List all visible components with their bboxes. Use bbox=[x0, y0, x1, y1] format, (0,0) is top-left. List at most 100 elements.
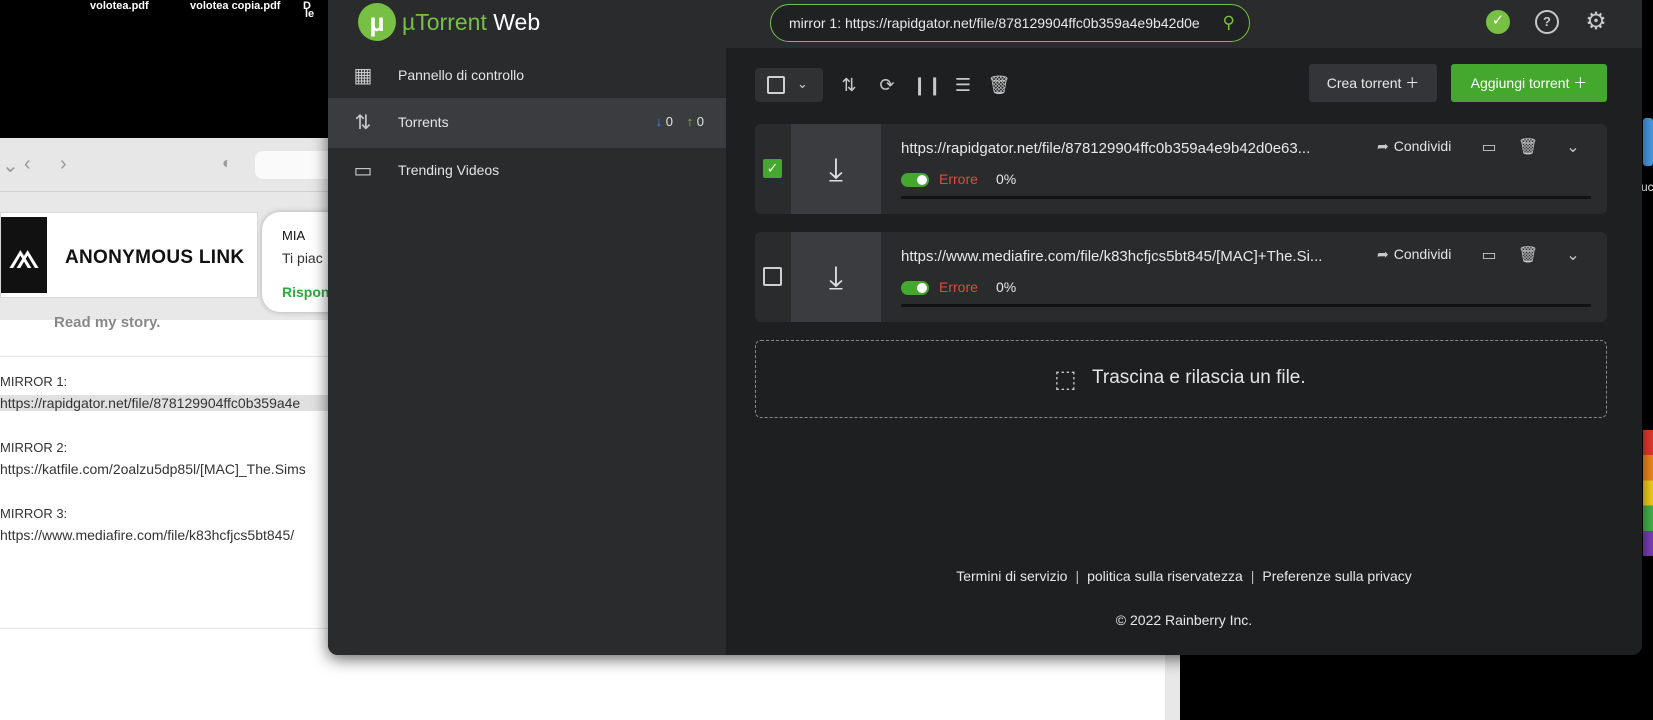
chevron-down-icon[interactable]: ⌄ bbox=[2, 153, 19, 178]
sidebar-item-trending-videos[interactable]: ▭ Trending Videos bbox=[328, 146, 726, 196]
share-icon: ➦ bbox=[1377, 246, 1389, 262]
sidebar-item-label: Pannello di controllo bbox=[398, 67, 525, 83]
remote-connect-icon[interactable]: ✓ bbox=[1486, 10, 1510, 34]
plus-icon: ＋ bbox=[1573, 75, 1588, 91]
create-torrent-button[interactable]: Crea torrent ＋ bbox=[1309, 64, 1437, 102]
torrent-title[interactable]: https://www.mediafire.com/file/k83hcfjcs… bbox=[901, 248, 1351, 265]
upload-count: 0 bbox=[696, 114, 704, 129]
share-icon: ➦ bbox=[1377, 138, 1389, 154]
mirror-url[interactable]: https://rapidgator.net/file/878129904ffc… bbox=[0, 395, 330, 411]
back-icon[interactable]: ‹ bbox=[24, 153, 31, 176]
trash-icon[interactable]: 🗑 bbox=[1517, 245, 1539, 267]
desktop-file-label: uc bbox=[1641, 180, 1653, 194]
torrent-checkbox[interactable]: ✓ bbox=[763, 159, 782, 178]
plus-icon: ＋ bbox=[1405, 75, 1420, 91]
mirror-url[interactable]: https://katfile.com/2oalzu5dp85l/[MAC]_T… bbox=[0, 461, 330, 477]
transfer-counts: ↓ 0 ↑ 0 bbox=[656, 114, 704, 129]
torrent-title[interactable]: https://rapidgator.net/file/878129904ffc… bbox=[901, 140, 1351, 157]
desktop-file-label[interactable]: volotea copia.pdf bbox=[190, 0, 280, 12]
footer-links: Termini di servizio | politica sulla riser… bbox=[726, 568, 1642, 584]
share-button[interactable]: ➦ Condividi bbox=[1377, 246, 1451, 263]
torrent-status: Errore bbox=[939, 279, 978, 295]
privacy-shield-icon[interactable]: ◐ bbox=[222, 155, 232, 173]
file-dropzone[interactable]: ⬚ Trascina e rilascia un file. bbox=[755, 340, 1607, 418]
chat-message-preview: Ti piac bbox=[282, 250, 323, 266]
privacy-policy-link[interactable]: politica sulla riservatezza bbox=[1087, 568, 1243, 584]
desktop-file-label[interactable]: le bbox=[305, 8, 314, 20]
select-all-checkbox[interactable] bbox=[767, 76, 785, 94]
select-all-dropdown[interactable]: ⌄ bbox=[755, 68, 823, 102]
forward-icon[interactable]: › bbox=[60, 153, 67, 176]
download-count: 0 bbox=[665, 114, 674, 129]
search-bar[interactable]: ⚲ bbox=[770, 4, 1250, 42]
mirror-url[interactable]: https://www.mediafire.com/file/k83hcfjcs… bbox=[0, 527, 330, 543]
divider bbox=[0, 628, 340, 629]
drag-drop-cursor-icon: ⬚ bbox=[1054, 366, 1077, 393]
main-panel: ⌄ ⇅ ⟳ ❙❙ ☰ 🗑 Crea torrent ＋ Aggiungi tor… bbox=[726, 48, 1642, 655]
torrent-toggle[interactable] bbox=[901, 173, 929, 187]
privacy-preferences-link[interactable]: Preferenze sulla privacy bbox=[1262, 568, 1411, 584]
torrent-percent: 0% bbox=[996, 279, 1017, 295]
terms-link[interactable]: Termini di servizio bbox=[956, 568, 1067, 584]
trash-icon[interactable]: 🗑 bbox=[1517, 137, 1539, 159]
sidebar-item-dashboard[interactable]: ▦ Pannello di controllo bbox=[328, 51, 726, 101]
divider bbox=[0, 356, 340, 357]
scrollbar[interactable] bbox=[1165, 650, 1180, 720]
transfer-arrows-icon: ⇅ bbox=[354, 112, 372, 134]
add-torrent-button[interactable]: Aggiungi torrent ＋ bbox=[1451, 64, 1607, 102]
dock-app-icon[interactable] bbox=[1643, 118, 1653, 166]
torrent-toggle[interactable] bbox=[901, 281, 929, 295]
torrent-row[interactable]: ✓ ⤓ https://rapidgator.net/file/87812990… bbox=[755, 124, 1607, 214]
help-icon[interactable]: ? bbox=[1535, 10, 1559, 34]
copyright: © 2022 Rainberry Inc. bbox=[1115, 612, 1253, 628]
anonymous-link-logo-icon: ⩕ bbox=[1, 217, 47, 293]
chat-sender-name: MIA bbox=[282, 228, 306, 243]
trash-icon[interactable]: 🗑 bbox=[986, 72, 1012, 98]
torrent-row[interactable]: ⤓ https://www.mediafire.com/file/k83hcfj… bbox=[755, 232, 1607, 322]
torrent-status: Errore bbox=[939, 171, 978, 187]
dropzone-text: Trascina e rilascia un file. bbox=[1092, 367, 1306, 388]
upload-arrow-icon: ↑ bbox=[686, 114, 694, 129]
mirror-label: MIRROR 2: bbox=[0, 440, 68, 455]
chevron-down-icon[interactable]: ⌄ bbox=[1562, 137, 1584, 159]
sidebar: ▦ Pannello di controllo ⇅ Torrents ↓ 0 ↑… bbox=[328, 48, 726, 655]
folder-icon[interactable]: ▭ bbox=[1478, 245, 1500, 267]
download-arrow-icon: ↓ bbox=[655, 114, 663, 129]
rainbow-app-icon[interactable] bbox=[1643, 430, 1653, 556]
download-icon: ⤓ bbox=[791, 232, 881, 322]
torrent-progress-bar bbox=[901, 304, 1591, 307]
sort-icon[interactable]: ⇅ bbox=[836, 72, 862, 98]
gear-icon[interactable]: ⚙ bbox=[1584, 10, 1608, 34]
torrent-percent: 0% bbox=[996, 171, 1017, 187]
footer-separator: | bbox=[1250, 568, 1255, 584]
queue-check-icon[interactable]: ☰ bbox=[950, 72, 976, 98]
trending-video-icon: ▭ bbox=[353, 160, 373, 182]
chevron-down-icon[interactable]: ⌄ bbox=[797, 76, 808, 92]
sidebar-item-label: Torrents bbox=[398, 114, 449, 130]
utorrent-logo-icon[interactable]: µ bbox=[358, 3, 396, 41]
chat-reply-link[interactable]: Rispon bbox=[282, 284, 329, 300]
pause-icon[interactable]: ❙❙ bbox=[912, 72, 942, 98]
chevron-down-icon[interactable]: ⌄ bbox=[1562, 245, 1584, 267]
utorrent-web-window: µ µTorrent Web ⚲ ✓ ? ⚙ ▦ Pannello di con… bbox=[328, 0, 1642, 655]
footer-separator: | bbox=[1075, 568, 1080, 584]
folder-icon[interactable]: ▭ bbox=[1478, 137, 1500, 159]
anonymous-link-brand: ANONYMOUS LINK bbox=[65, 247, 245, 268]
mirror-label: MIRROR 1: bbox=[0, 374, 68, 389]
app-header: µ µTorrent Web ⚲ ✓ ? ⚙ bbox=[328, 0, 1642, 48]
search-input[interactable] bbox=[789, 13, 1199, 33]
read-story-link[interactable]: Read my story. bbox=[54, 314, 160, 331]
sidebar-item-torrents[interactable]: ⇅ Torrents ↓ 0 ↑ 0 bbox=[328, 98, 726, 148]
torrent-checkbox[interactable] bbox=[763, 267, 782, 286]
search-icon[interactable]: ⚲ bbox=[1223, 13, 1235, 33]
desktop-file-label[interactable]: volotea.pdf bbox=[90, 0, 149, 12]
download-icon: ⤓ bbox=[791, 124, 881, 214]
mirror-label: MIRROR 3: bbox=[0, 506, 68, 521]
dashboard-icon: ▦ bbox=[353, 65, 373, 87]
refresh-icon[interactable]: ⟳ bbox=[874, 72, 900, 98]
share-button[interactable]: ➦ Condividi bbox=[1377, 138, 1451, 155]
app-brand: µTorrent Web bbox=[402, 9, 541, 35]
torrent-progress-bar bbox=[901, 196, 1591, 199]
sidebar-item-label: Trending Videos bbox=[398, 162, 500, 178]
anonymous-link-card[interactable]: ⩕ ANONYMOUS LINK bbox=[0, 212, 258, 298]
